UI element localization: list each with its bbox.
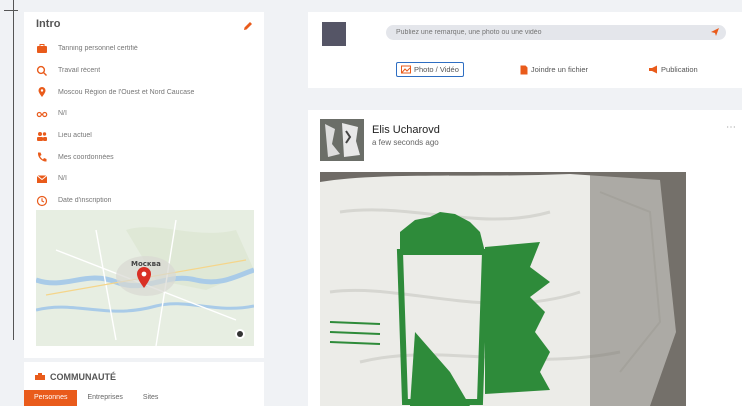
- megaphone-icon: [649, 65, 658, 74]
- intro-item-text: Mes coordonnées: [58, 153, 114, 161]
- intro-item-text: Lieu actuel: [58, 132, 92, 140]
- intro-item-contact: Mes coordonnées: [36, 146, 256, 168]
- intro-item-text: N/I: [58, 175, 67, 183]
- photo-video-button[interactable]: Photo / Vidéo: [396, 62, 464, 77]
- intro-item-education: N/I: [36, 103, 256, 125]
- community-icon: [35, 373, 45, 380]
- clock-icon: [36, 195, 48, 207]
- intro-item-text: Travail récent: [58, 67, 101, 75]
- avatar[interactable]: [322, 22, 346, 46]
- intro-item-text: Tanning personnel certifié: [58, 45, 138, 53]
- people-icon: [36, 130, 48, 142]
- intro-item-recent: Travail récent: [36, 60, 256, 82]
- tab-companies[interactable]: Entreprises: [77, 390, 132, 406]
- intro-item-current-place: Lieu actuel: [36, 125, 256, 147]
- create-post-actions: Photo / Vidéo Joindre un fichier Publica…: [396, 62, 702, 77]
- left-border-line: [0, 0, 18, 340]
- phone-icon: [36, 151, 48, 163]
- publish-label: Publication: [661, 65, 698, 74]
- map-camera-icon[interactable]: [237, 331, 243, 337]
- community-card: COMMUNAUTÉ Personnes Entreprises Sites: [24, 362, 264, 406]
- location-map[interactable]: Москва: [36, 210, 254, 346]
- location-pin-icon: [36, 86, 48, 98]
- publish-button[interactable]: Publication: [644, 62, 702, 77]
- intro-item-text: N/I: [58, 110, 67, 118]
- attach-file-label: Joindre un fichier: [530, 65, 589, 74]
- intro-item-text: Date d'inscription: [58, 197, 112, 205]
- post-author-name[interactable]: Elis Ucharovd: [372, 124, 440, 136]
- intro-list: Tanning personnel certifié Travail récen…: [36, 38, 256, 212]
- attach-file-button[interactable]: Joindre un fichier: [516, 62, 592, 77]
- tab-sites[interactable]: Sites: [133, 390, 169, 406]
- map-city-label: Москва: [131, 260, 161, 268]
- intro-item-text: Moscou Région de l'Ouest et Nord Caucase: [58, 88, 195, 96]
- pencil-icon[interactable]: [242, 20, 254, 32]
- post-image[interactable]: [320, 172, 686, 406]
- mail-icon: [36, 173, 48, 185]
- post-author-avatar[interactable]: [320, 119, 364, 161]
- post-timestamp: a few seconds ago: [372, 138, 439, 147]
- briefcase-icon: [36, 43, 48, 55]
- more-options-icon[interactable]: ⋯: [726, 122, 736, 133]
- create-post-card: Photo / Vidéo Joindre un fichier Publica…: [308, 12, 742, 88]
- post-card: Elis Ucharovd a few seconds ago ⋯: [308, 110, 742, 406]
- search-icon: [36, 65, 48, 77]
- intro-item-location: Moscou Région de l'Ouest et Nord Caucase: [36, 81, 256, 103]
- tab-people[interactable]: Personnes: [24, 390, 78, 406]
- intro-card: Intro Tanning personnel certifié Travail…: [24, 12, 264, 358]
- glasses-icon: [36, 108, 48, 120]
- send-icon[interactable]: [710, 27, 720, 37]
- photo-video-icon: [401, 65, 411, 74]
- intro-item-email: N/I: [36, 168, 256, 190]
- intro-title: Intro: [36, 18, 61, 30]
- community-tabs: Personnes Entreprises Sites: [24, 390, 168, 406]
- post-input[interactable]: [386, 25, 726, 40]
- intro-item-joined: Date d'inscription: [36, 190, 256, 212]
- community-title: COMMUNAUTÉ: [50, 372, 116, 382]
- intro-item-work: Tanning personnel certifié: [36, 38, 256, 60]
- file-icon: [520, 65, 528, 74]
- photo-video-label: Photo / Vidéo: [414, 65, 459, 74]
